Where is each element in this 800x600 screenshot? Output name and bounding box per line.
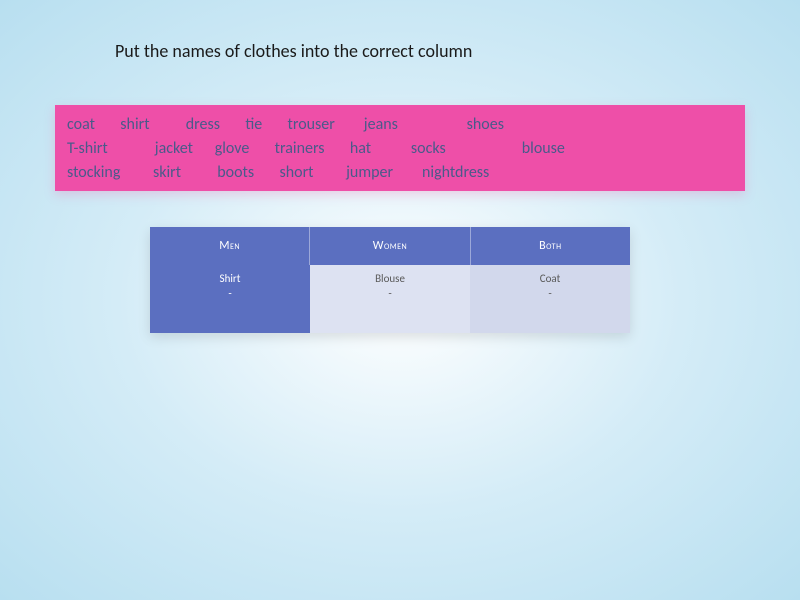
word: coat <box>67 113 95 137</box>
cell-both[interactable]: Coat - <box>470 265 630 333</box>
table-row: Shirt - Blouse - Coat - <box>150 265 630 333</box>
word: glove <box>215 137 250 161</box>
word: blouse <box>522 137 565 161</box>
bullet: - <box>310 286 470 301</box>
word: dress <box>186 113 220 137</box>
categorize-table: Men Women Both Shirt - Blouse - Coat - <box>150 227 630 333</box>
table-header-row: Men Women Both <box>150 227 630 265</box>
word: trouser <box>288 113 335 137</box>
word: jeans <box>364 113 398 137</box>
bullet: - <box>150 286 310 301</box>
column-header-both: Both <box>471 227 630 265</box>
cell-men[interactable]: Shirt - <box>150 265 310 333</box>
column-header-women: Women <box>310 227 470 265</box>
wordbank-row: stocking skirt boots short jumper nightd… <box>67 161 733 185</box>
word-bank: coat shirt dress tie trouser jeans shoes… <box>55 105 745 191</box>
example-item: Shirt <box>150 271 310 286</box>
word: shoes <box>467 113 504 137</box>
word: tie <box>245 113 262 137</box>
wordbank-row: T-shirt jacket glove trainers hat socks … <box>67 137 733 161</box>
word: shirt <box>120 113 149 137</box>
word: boots <box>217 161 254 185</box>
word: skirt <box>153 161 181 185</box>
word: jumper <box>346 161 393 185</box>
cell-women[interactable]: Blouse - <box>310 265 470 333</box>
bullet: - <box>470 286 630 301</box>
example-item: Coat <box>470 271 630 286</box>
column-header-men: Men <box>150 227 310 265</box>
word: T-shirt <box>67 137 108 161</box>
word: nightdress <box>422 161 489 185</box>
word: hat <box>350 137 371 161</box>
word: trainers <box>275 137 325 161</box>
wordbank-row: coat shirt dress tie trouser jeans shoes <box>67 113 733 137</box>
word: short <box>279 161 313 185</box>
example-item: Blouse <box>310 271 470 286</box>
word: stocking <box>67 161 120 185</box>
word: jacket <box>155 137 193 161</box>
word: socks <box>411 137 446 161</box>
page-title: Put the names of clothes into the correc… <box>115 40 472 62</box>
